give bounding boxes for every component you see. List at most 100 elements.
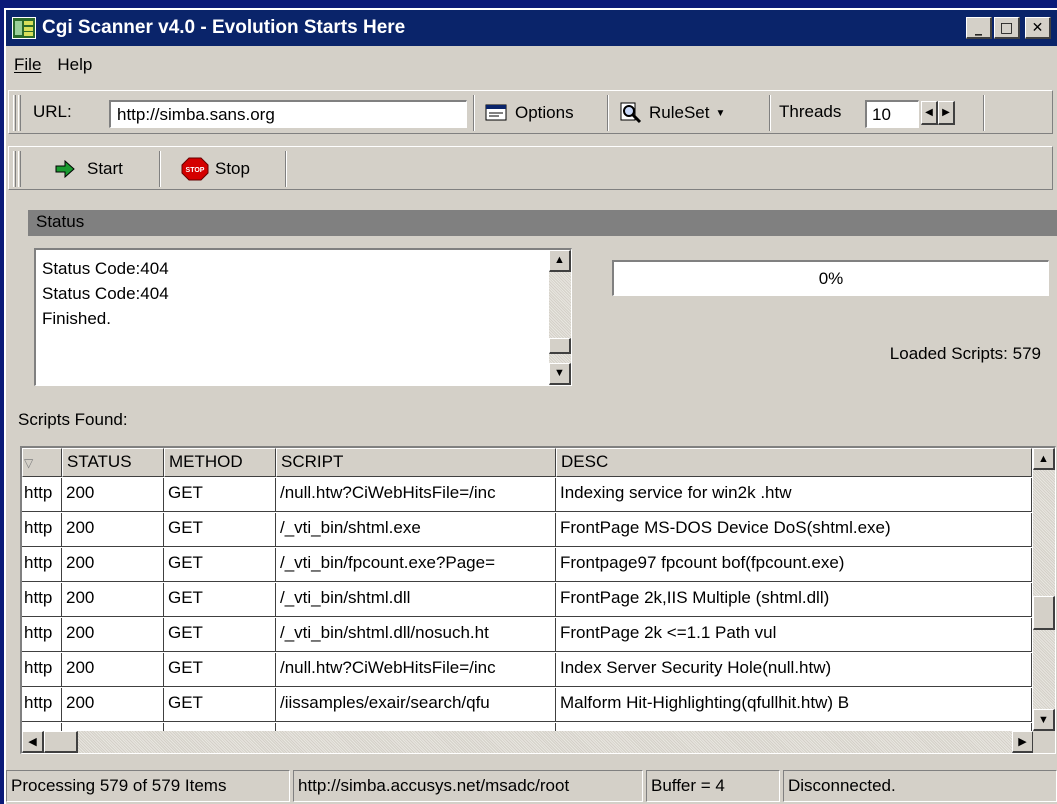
threads-input[interactable]: 10 [865, 100, 919, 128]
cell-method: GET [164, 688, 276, 721]
start-button[interactable]: Start [49, 151, 129, 187]
options-label: Options [515, 103, 574, 122]
scroll-up-button[interactable]: ▲ [549, 250, 571, 272]
cell-method: GET [164, 478, 276, 511]
separator [769, 95, 771, 131]
status-bar: Processing 579 of 579 Items http://simba… [6, 768, 1057, 804]
scroll-thumb[interactable] [44, 731, 78, 753]
toolbar-grip[interactable] [13, 151, 16, 187]
column-header-method[interactable]: METHOD [164, 448, 276, 477]
scroll-thumb[interactable] [549, 338, 571, 354]
cell-script: /_vti_bin/shtml.exe [276, 513, 556, 546]
cell-script: /iissamples/exair/search/qfu [276, 688, 556, 721]
minimize-button[interactable]: _ [966, 17, 992, 39]
cell-url: http [22, 583, 62, 616]
column-header-desc[interactable]: DESC [556, 448, 1032, 477]
cell-desc: Index Server Security Hole(null.htw) [556, 653, 1032, 686]
status-log[interactable]: Status Code:404 Status Code:404 Finished… [34, 248, 572, 386]
url-input[interactable] [109, 100, 467, 128]
results-table[interactable]: ▽ STATUS METHOD SCRIPT DESC http 200 GET/n… [20, 446, 1056, 754]
cell-status: 200 [62, 688, 164, 721]
results-vscrollbar[interactable]: ▲ ▼ [1033, 448, 1055, 731]
scripts-found-label: Scripts Found: [18, 410, 128, 429]
menu-help[interactable]: Help [49, 55, 100, 75]
cell-script: /_vti_bin/shtml.dll/nosuch.ht [276, 618, 556, 651]
cell-url: http [22, 548, 62, 581]
menu-file[interactable]: File [6, 55, 49, 75]
status-log-line: Status Code:404 [42, 284, 169, 303]
cell-url: http [22, 478, 62, 511]
spin-left-icon[interactable]: ◀ [921, 101, 938, 125]
cell-status: 200 [62, 548, 164, 581]
scroll-down-button[interactable]: ▼ [549, 363, 571, 385]
stop-button[interactable]: STOP Stop [175, 151, 256, 187]
chevron-right-icon: ▶ [1018, 736, 1027, 748]
statusbar-connection: Disconnected. [783, 770, 1057, 802]
cell-method: GET [164, 548, 276, 581]
cell-desc: Indexing service for win2k .htw [556, 478, 1032, 511]
separator [285, 151, 287, 187]
table-row[interactable]: http 200 GET/_vti_bin/shtml.dll FrontPage 2… [22, 583, 1032, 617]
maximize-button[interactable]: □ [994, 17, 1020, 39]
column-header-script[interactable]: SCRIPT [276, 448, 556, 477]
cell-url: http [22, 688, 62, 721]
cell-status: 200 [62, 618, 164, 651]
magnifier-icon [620, 102, 642, 124]
cell-method: GET [164, 513, 276, 546]
chevron-up-icon: ▲ [554, 254, 565, 266]
statusbar-buffer: Buffer = 4 [646, 770, 780, 802]
table-row[interactable]: http 200 GET/_vti_bin/fpcount.exe?Page= Fro… [22, 548, 1032, 582]
separator [983, 95, 985, 131]
stop-icon: STOP [181, 157, 209, 181]
cell-method: GET [164, 618, 276, 651]
status-log-line: Finished. [42, 309, 111, 328]
cell-method: GET [164, 583, 276, 616]
status-header: Status [28, 210, 1057, 236]
statusbar-processing: Processing 579 of 579 Items [6, 770, 290, 802]
scroll-up-button[interactable]: ▲ [1033, 448, 1055, 470]
ruleset-label: RuleSet [649, 103, 710, 122]
chevron-down-icon: ▼ [554, 367, 565, 379]
app-icon [12, 17, 36, 39]
scroll-left-button[interactable]: ◀ [22, 731, 44, 753]
action-toolbar: Start STOP Stop [8, 146, 1053, 190]
chevron-down-icon: ▼ [1038, 713, 1049, 726]
options-button[interactable]: Options [479, 95, 580, 131]
sort-icon: ▽ [24, 456, 34, 470]
title-bar[interactable]: Cgi Scanner v4.0 - Evolution Starts Here… [6, 10, 1057, 46]
spin-right-icon[interactable]: ▶ [938, 101, 955, 125]
toolbar-grip[interactable] [18, 95, 21, 131]
stop-label: Stop [215, 159, 250, 178]
table-row[interactable]: http 200 GET/_vti_bin/shtml.exe FrontPage M… [22, 513, 1032, 547]
table-row[interactable]: http 200 GET/iissamples/exair/search/qfu Ma… [22, 688, 1032, 722]
close-button[interactable]: ✕ [1025, 17, 1051, 39]
cell-status: 200 [62, 478, 164, 511]
cell-status: 200 [62, 513, 164, 546]
column-header-status[interactable]: STATUS [62, 448, 164, 477]
cell-url: http [22, 513, 62, 546]
table-row[interactable]: http 200 GET/_vti_bin/shtml.dll/nosuch.ht F… [22, 618, 1032, 652]
cell-url: http [22, 653, 62, 686]
table-row[interactable]: http 200 GET/null.htw?CiWebHitsFile=/inc In… [22, 478, 1032, 512]
cell-script: /_vti_bin/fpcount.exe?Page= [276, 548, 556, 581]
ruleset-button[interactable]: RuleSet ▼ [613, 95, 731, 131]
toolbar-grip[interactable] [13, 95, 16, 131]
chevron-left-icon: ◀ [28, 736, 37, 748]
menu-bar: File Help [6, 50, 100, 80]
results-hscrollbar[interactable]: ◀ ▶ [22, 731, 1034, 753]
toolbar-grip[interactable] [18, 151, 21, 187]
separator [473, 95, 475, 131]
table-row[interactable]: http 200 GET/null.htw?CiWebHitsFile=/inc In… [22, 653, 1032, 687]
url-toolbar: URL: Options RuleSet ▼ Threads 10 [8, 90, 1053, 134]
threads-label: Threads [779, 102, 842, 121]
window-title: Cgi Scanner v4.0 - Evolution Starts Here [42, 17, 406, 38]
threads-spinner[interactable]: ◀ ▶ [921, 101, 957, 127]
statusbar-current-url: http://simba.accusys.net/msadc/root [293, 770, 643, 802]
scroll-thumb[interactable] [1033, 596, 1055, 630]
stop-icon-text: STOP [186, 167, 205, 174]
status-log-scrollbar[interactable]: ▲ ▼ [549, 250, 571, 385]
scroll-down-button[interactable]: ▼ [1033, 709, 1055, 731]
column-header-url[interactable]: ▽ [22, 448, 62, 477]
app-window: Cgi Scanner v4.0 - Evolution Starts Here… [4, 8, 1057, 804]
scroll-right-button[interactable]: ▶ [1012, 731, 1034, 753]
